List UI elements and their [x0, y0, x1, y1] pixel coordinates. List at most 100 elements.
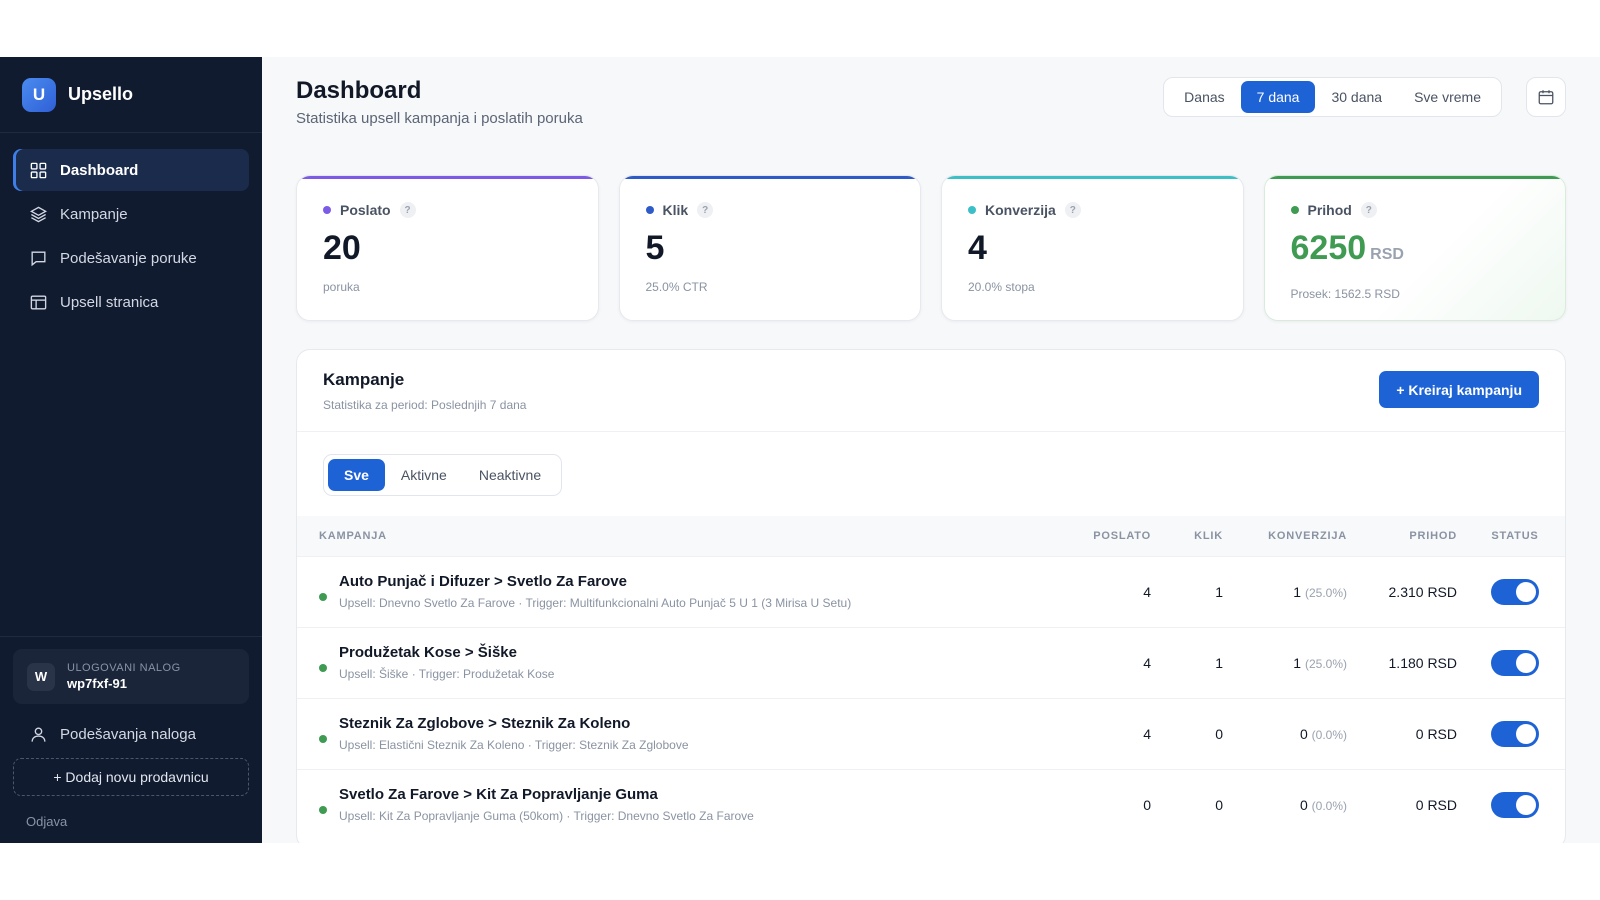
conversion-percent: (25.0%) [1304, 656, 1347, 671]
stat-label: Klik [662, 202, 689, 218]
stat-value: 6250 RSD [1290, 229, 1404, 267]
stat-unit: RSD [1370, 246, 1404, 263]
cell-conversions: 0 (0.0%) [1299, 725, 1347, 742]
cell-clicks: 0 [1215, 725, 1223, 742]
range-7-days-button[interactable]: 7 dana [1240, 81, 1316, 113]
campaign-name[interactable]: Auto Punjač i Difuzer > Svetlo Za Farove [339, 573, 851, 590]
status-toggle[interactable] [1491, 649, 1539, 676]
table-row[interactable]: Auto Punjač i Difuzer > Svetlo Za Farove… [297, 556, 1565, 627]
brand-logo: U [22, 77, 56, 112]
status-dot [319, 593, 327, 601]
status-toggle[interactable] [1491, 791, 1539, 818]
cell-conversions: 1 (25.0%) [1293, 654, 1347, 671]
stat-label: Prihod [1307, 202, 1352, 218]
conversion-percent: (0.0%) [1311, 798, 1347, 813]
sidebar-item-kampanje[interactable]: Kampanje [13, 193, 249, 235]
account-card[interactable]: W ULOGOVANI NALOG wp7fxf-91 [13, 649, 249, 704]
stat-dot [323, 206, 331, 214]
stat-value: 4 [968, 229, 987, 267]
sidebar-bottom: W ULOGOVANI NALOG wp7fxf-91 Podešavanja … [0, 636, 262, 843]
help-icon[interactable]: ? [399, 202, 416, 218]
campaigns-panel: Kampanje Statistika za period: Poslednji… [296, 349, 1566, 843]
stat-value: 5 [645, 229, 665, 267]
column-header-sent[interactable]: POSLATO [1085, 516, 1173, 556]
account-settings-link[interactable]: Podešavanja naloga [13, 714, 249, 754]
column-header-conversions[interactable]: KONVERZIJA [1245, 516, 1369, 556]
stat-label: Konverzija [985, 202, 1056, 218]
campaign-name[interactable]: Steznik Za Zglobove > Steznik Za Koleno [339, 715, 689, 732]
status-toggle[interactable] [1491, 578, 1539, 605]
cell-conversions: 1 (25.0%) [1293, 583, 1347, 600]
stat-card-sent: Poslato? 20 poruka [296, 175, 599, 321]
create-campaign-button[interactable]: + Kreiraj kampanju [1379, 371, 1539, 408]
stat-value: 20 [323, 229, 361, 267]
app-window: U Upsello Dashboard Kampanje Podešavanje… [0, 57, 1600, 843]
table-row[interactable]: Steznik Za Zglobove > Steznik Za Koleno U… [297, 698, 1565, 769]
campaign-meta: Upsell: Kit Za Popravljanje Guma (50kom)… [339, 809, 754, 824]
cell-revenue: 0 RSD [1415, 725, 1457, 742]
avatar: W [27, 662, 55, 691]
column-header-campaign[interactable]: KAMPANJA [297, 516, 1085, 556]
cell-revenue: 2.310 RSD [1388, 583, 1457, 600]
stat-sub: 20.0% stopa [968, 280, 1035, 294]
range-all-time-button[interactable]: Sve vreme [1398, 81, 1497, 113]
campaign-meta: Upsell: Dnevno Svetlo Za Farove · Trigge… [339, 596, 852, 610]
column-header-clicks[interactable]: KLIK [1173, 516, 1245, 556]
campaign-meta: Upsell: Šiške · Trigger: Produžetak Kose [339, 667, 555, 681]
stat-accent-bar [1264, 176, 1565, 179]
campaigns-subtitle: Statistika za period: Poslednjih 7 dana [323, 398, 527, 412]
calendar-button[interactable] [1526, 77, 1566, 117]
add-store-button[interactable]: + Dodaj novu prodavnicu [13, 758, 249, 796]
filter-inactive-button[interactable]: Neaktivne [463, 459, 557, 491]
stat-card-revenue: Prihod? 6250 RSD Prosek: 1562.5 RSD [1263, 175, 1566, 321]
cell-sent: 4 [1143, 725, 1151, 742]
help-icon[interactable]: ? [1360, 202, 1377, 218]
stat-dot [968, 206, 976, 214]
campaign-name[interactable]: Svetlo Za Farove > Kit Za Popravljanje G… [339, 786, 754, 803]
help-icon[interactable]: ? [697, 202, 714, 218]
status-dot [319, 664, 327, 672]
cell-revenue: 1.180 RSD [1388, 654, 1457, 671]
stat-sub: 25.0% CTR [645, 280, 708, 294]
table-row[interactable]: Svetlo Za Farove > Kit Za Popravljanje G… [297, 769, 1565, 840]
message-icon [31, 250, 46, 266]
sidebar-item-dashboard[interactable]: Dashboard [13, 149, 249, 191]
cell-revenue: 0 RSD [1415, 796, 1457, 813]
sidebar-item-label: Podešavanje poruke [60, 249, 197, 267]
campaign-filters: Sve Aktivne Neaktivne [297, 432, 1565, 516]
table-row[interactable]: Produžetak Kose > Šiške Upsell: Šiške · T… [297, 627, 1565, 698]
column-header-revenue[interactable]: PRIHOD [1369, 516, 1479, 556]
layout-icon [30, 294, 47, 310]
grid-icon [30, 162, 47, 178]
filter-all-button[interactable]: Sve [328, 459, 385, 491]
sidebar: U Upsello Dashboard Kampanje Podešavanje… [0, 57, 262, 843]
page-header: Dashboard Statistika upsell kampanja i p… [296, 57, 1566, 165]
table-header-row: KAMPANJA POSLATO KLIK KONVERZIJA PRIHOD … [297, 516, 1565, 556]
campaign-name[interactable]: Produžetak Kose > Šiške [339, 644, 554, 661]
cell-sent: 0 [1143, 796, 1151, 813]
brand[interactable]: U Upsello [0, 57, 262, 133]
account-name: wp7fxf-91 [67, 676, 127, 691]
column-header-status[interactable]: STATUS [1479, 516, 1565, 556]
sidebar-item-upsell-stranica[interactable]: Upsell stranica [13, 281, 249, 323]
status-toggle[interactable] [1491, 720, 1539, 747]
range-today-button[interactable]: Danas [1168, 81, 1240, 113]
filter-active-button[interactable]: Aktivne [385, 459, 463, 491]
conversion-percent: (0.0%) [1311, 727, 1347, 742]
cell-sent: 4 [1143, 583, 1151, 600]
range-30-days-button[interactable]: 30 dana [1315, 81, 1398, 113]
logout-link[interactable]: Odjava [13, 814, 249, 829]
conversion-percent: (25.0%) [1304, 585, 1347, 600]
page-subtitle: Statistika upsell kampanja i poslatih po… [296, 110, 583, 127]
cell-sent: 4 [1143, 654, 1151, 671]
sidebar-item-podesavanje-poruke[interactable]: Podešavanje poruke [13, 237, 249, 279]
stat-accent-bar [619, 176, 920, 179]
help-icon[interactable]: ? [1064, 202, 1081, 218]
status-dot [319, 806, 327, 815]
stat-card-clicks: Klik? 5 25.0% CTR [618, 175, 921, 321]
campaign-meta: Upsell: Elastični Steznik Za Koleno · Tr… [339, 738, 689, 752]
main-content: Dashboard Statistika upsell kampanja i p… [262, 57, 1600, 843]
user-icon [31, 726, 46, 742]
account-label: ULOGOVANI NALOG [67, 662, 181, 674]
stat-accent-bar [942, 176, 1243, 179]
